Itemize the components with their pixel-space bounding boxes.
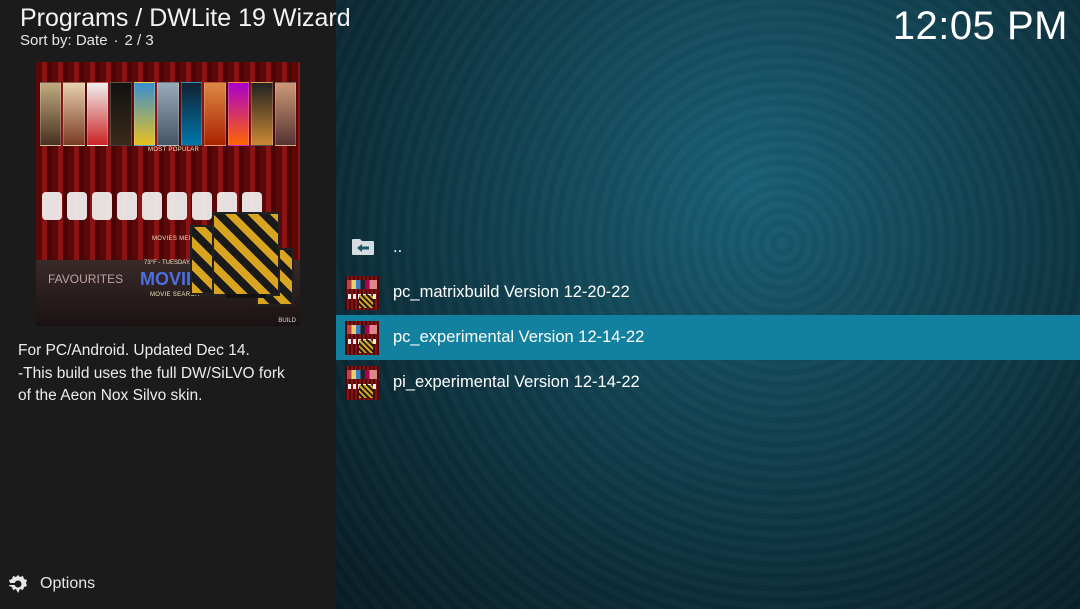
page-title: Programs / DWLite 19 Wizard <box>20 4 351 32</box>
build-thumbnail <box>345 321 379 355</box>
poster <box>274 82 296 146</box>
person-icon <box>167 192 187 220</box>
poster <box>110 82 132 146</box>
clock: 12:05 PM <box>892 4 1068 48</box>
build-thumbnail <box>345 366 379 400</box>
poster <box>86 82 109 146</box>
film-icon <box>142 192 162 220</box>
list-item-label: pc_matrixbuild Version 12-20-22 <box>393 283 630 301</box>
poster <box>63 82 85 146</box>
chat-icon <box>117 192 137 220</box>
list-item[interactable]: pi_experimental Version 12-14-22 <box>336 360 1080 405</box>
screen-center <box>212 212 280 296</box>
poster <box>227 82 250 146</box>
file-list: .. pc_matrixbuild Version 12-20-22 pc_ex… <box>336 225 1080 405</box>
poster-row <box>40 82 296 146</box>
music-icon <box>192 192 212 220</box>
build-thumbnail <box>345 276 379 310</box>
fanart-image: MOST POPULAR MOVIES MENU FAVOURITES 73°F… <box>36 62 300 326</box>
sort-info: Sort by: Date · 2 / 3 <box>20 32 154 49</box>
options-label: Options <box>40 575 96 592</box>
folder-back-icon <box>351 238 375 261</box>
parent-folder-label: .. <box>393 238 403 256</box>
masks-icon <box>42 192 62 220</box>
build-tag: BUILD <box>278 318 296 324</box>
description-line: For PC/Android. Updated Dec 14. <box>18 342 250 359</box>
people-icon <box>92 192 112 220</box>
poster <box>133 82 156 146</box>
list-item-label: pc_experimental Version 12-14-22 <box>393 328 645 346</box>
separator: · <box>113 32 119 49</box>
favourites-label: FAVOURITES <box>48 272 124 286</box>
parent-folder-item[interactable]: .. <box>336 225 1080 270</box>
poster <box>180 82 203 146</box>
gear-icon <box>8 574 28 594</box>
calendar-icon <box>67 192 87 220</box>
most-popular-label: MOST POPULAR <box>148 147 200 153</box>
poster <box>40 82 62 146</box>
description-line: -This build uses the full DW/SiLVO fork <box>18 364 285 382</box>
monitor-stand <box>226 294 266 298</box>
poster <box>204 82 226 146</box>
description-line: of the Aeon Nox Silvo skin. <box>18 387 203 404</box>
page-info: 2 / 3 <box>124 32 154 49</box>
options-button[interactable]: Options <box>8 574 95 594</box>
description: For PC/Android. Updated Dec 14. -This bu… <box>18 340 318 408</box>
poster <box>251 82 273 146</box>
poster <box>157 82 179 146</box>
list-item[interactable]: pc_experimental Version 12-14-22 <box>336 315 1080 360</box>
list-item[interactable]: pc_matrixbuild Version 12-20-22 <box>336 270 1080 315</box>
list-item-label: pi_experimental Version 12-14-22 <box>393 373 640 391</box>
sort-label[interactable]: Sort by: Date <box>20 32 108 49</box>
